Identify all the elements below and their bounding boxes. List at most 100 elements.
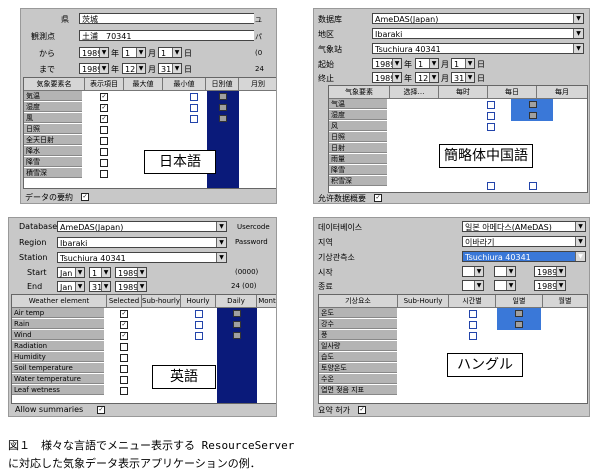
element-row[interactable]: 日照 [329, 132, 387, 142]
select-checkbox[interactable] [100, 148, 108, 156]
select-checkbox[interactable] [120, 354, 128, 362]
daily-selected-marker[interactable] [219, 104, 227, 111]
chevron-down-icon[interactable]: ▼ [136, 48, 145, 57]
select-checkbox[interactable] [100, 137, 108, 145]
chevron-down-icon[interactable]: ▼ [172, 48, 181, 57]
select-checkbox[interactable]: ✓ [120, 310, 128, 318]
hourly-checkbox[interactable] [195, 321, 203, 329]
element-row[interactable]: 气温 [329, 99, 387, 109]
element-row[interactable]: 강수 [319, 319, 397, 329]
prefecture-select[interactable]: 茨城▼ [79, 13, 267, 24]
daily-selected-marker[interactable] [233, 321, 241, 328]
end-year-select[interactable]: 1989 ▼ [534, 280, 566, 291]
column-header[interactable]: Sub-hourly [142, 295, 181, 308]
element-row[interactable]: 습도 [319, 352, 397, 362]
select-checkbox[interactable] [120, 365, 128, 373]
element-row[interactable]: 日照 [24, 124, 82, 134]
hourly-checkbox[interactable] [469, 321, 477, 329]
region-select[interactable]: Ibaraki ▼ [372, 28, 584, 39]
station-select[interactable]: 土浦 70341▼ [79, 30, 267, 41]
column-header[interactable]: 表示項目 [85, 78, 124, 91]
column-header[interactable]: 시간별 [449, 295, 496, 308]
hourly-checkbox[interactable] [487, 112, 495, 120]
chevron-down-icon[interactable]: ▼ [172, 64, 181, 73]
chevron-down-icon[interactable]: ▼ [392, 73, 401, 82]
select-checkbox[interactable]: ✓ [100, 104, 108, 112]
chevron-down-icon[interactable]: ▼ [75, 268, 84, 277]
hourly-checkbox[interactable] [469, 332, 477, 340]
to-month-select[interactable]: 12 ▼ [122, 63, 146, 74]
select-checkbox[interactable] [120, 376, 128, 384]
end-month-select[interactable]: ▼ [462, 280, 484, 291]
to-year-select[interactable]: 1989 ▼ [79, 63, 109, 74]
daily-selected-marker[interactable] [233, 310, 241, 317]
daily-selected-marker[interactable] [529, 112, 537, 119]
column-header[interactable]: 气象要素 [329, 86, 390, 99]
element-row[interactable]: 積雪深 [24, 168, 82, 178]
summary-checkbox[interactable]: ✓ [374, 194, 382, 202]
column-header[interactable]: 每日 [488, 86, 537, 99]
from-year-select[interactable]: 1989 ▼ [79, 47, 109, 58]
column-header[interactable]: Selected [107, 295, 142, 308]
element-row[interactable]: Wind [12, 330, 104, 340]
chevron-down-icon[interactable]: ▼ [392, 59, 401, 68]
element-row[interactable]: 수온 [319, 374, 397, 384]
start-month-select[interactable]: Jan ▼ [57, 267, 85, 278]
chevron-down-icon[interactable]: ▼ [506, 281, 515, 290]
daily-selected-marker[interactable] [515, 310, 523, 317]
column-header[interactable]: Weather element [12, 295, 107, 308]
chevron-down-icon[interactable]: ▼ [101, 282, 110, 291]
start-day-select[interactable]: 1 ▼ [451, 58, 475, 69]
chevron-down-icon[interactable]: ▼ [216, 222, 226, 231]
column-header[interactable]: 月別 [239, 78, 276, 91]
element-row[interactable]: 风 [329, 121, 387, 131]
start-day-select[interactable]: 1 ▼ [89, 267, 111, 278]
end-day-select[interactable]: 31 ▼ [451, 72, 475, 83]
select-checkbox[interactable]: ✓ [120, 332, 128, 340]
station-select[interactable]: Tsuchiura 40341 ▼ [372, 43, 584, 54]
element-row[interactable]: 湿度 [24, 102, 82, 112]
daily-selected-marker[interactable] [515, 321, 523, 328]
column-header[interactable]: 每时 [439, 86, 488, 99]
column-header[interactable]: Daily [216, 295, 257, 308]
select-checkbox[interactable] [100, 159, 108, 167]
summary-checkbox[interactable]: ✓ [358, 406, 366, 414]
element-row[interactable]: Air temp [12, 308, 104, 318]
summary-checkbox[interactable]: ✓ [81, 193, 89, 201]
column-header[interactable]: 일별 [496, 295, 543, 308]
select-checkbox[interactable] [120, 387, 128, 395]
chevron-down-icon[interactable]: ▼ [575, 237, 585, 246]
select-checkbox[interactable]: ✓ [120, 321, 128, 329]
chevron-down-icon[interactable]: ▼ [136, 64, 145, 73]
column-header[interactable]: 월별 [543, 295, 587, 308]
column-header[interactable]: Hourly [181, 295, 216, 308]
chevron-down-icon[interactable]: ▼ [429, 73, 438, 82]
element-row[interactable]: 降水 [24, 146, 82, 156]
element-row[interactable]: Water temperature [12, 374, 104, 384]
element-row[interactable]: 風 [24, 113, 82, 123]
select-checkbox[interactable] [120, 343, 128, 351]
chevron-down-icon[interactable]: ▼ [216, 253, 226, 262]
element-row[interactable]: 日射 [329, 143, 387, 153]
element-row[interactable]: Rain [12, 319, 104, 329]
element-row[interactable]: Leaf wetness [12, 385, 104, 395]
hourly-checkbox[interactable] [190, 93, 198, 101]
station-select[interactable]: Tsuchiura 40341 ▼ [57, 252, 227, 263]
chevron-down-icon[interactable]: ▼ [573, 29, 583, 38]
element-row[interactable]: 풍 [319, 330, 397, 340]
chevron-down-icon[interactable]: ▼ [465, 59, 474, 68]
element-row[interactable]: 雨量 [329, 154, 387, 164]
region-select[interactable]: 이바라기 ▼ [462, 236, 586, 247]
element-row[interactable]: 気温 [24, 91, 82, 101]
hourly-checkbox[interactable] [487, 101, 495, 109]
chevron-down-icon[interactable]: ▼ [573, 44, 583, 53]
from-day-select[interactable]: 1 ▼ [158, 47, 182, 58]
daily-selected-marker[interactable] [219, 115, 227, 122]
daily-checkbox[interactable] [529, 182, 537, 190]
chevron-down-icon[interactable]: ▼ [137, 282, 146, 291]
select-checkbox[interactable]: ✓ [100, 115, 108, 123]
hourly-checkbox[interactable] [195, 332, 203, 340]
column-header[interactable]: 気象要素名 [24, 78, 85, 91]
chevron-down-icon[interactable]: ▼ [99, 64, 108, 73]
hourly-checkbox[interactable] [195, 310, 203, 318]
